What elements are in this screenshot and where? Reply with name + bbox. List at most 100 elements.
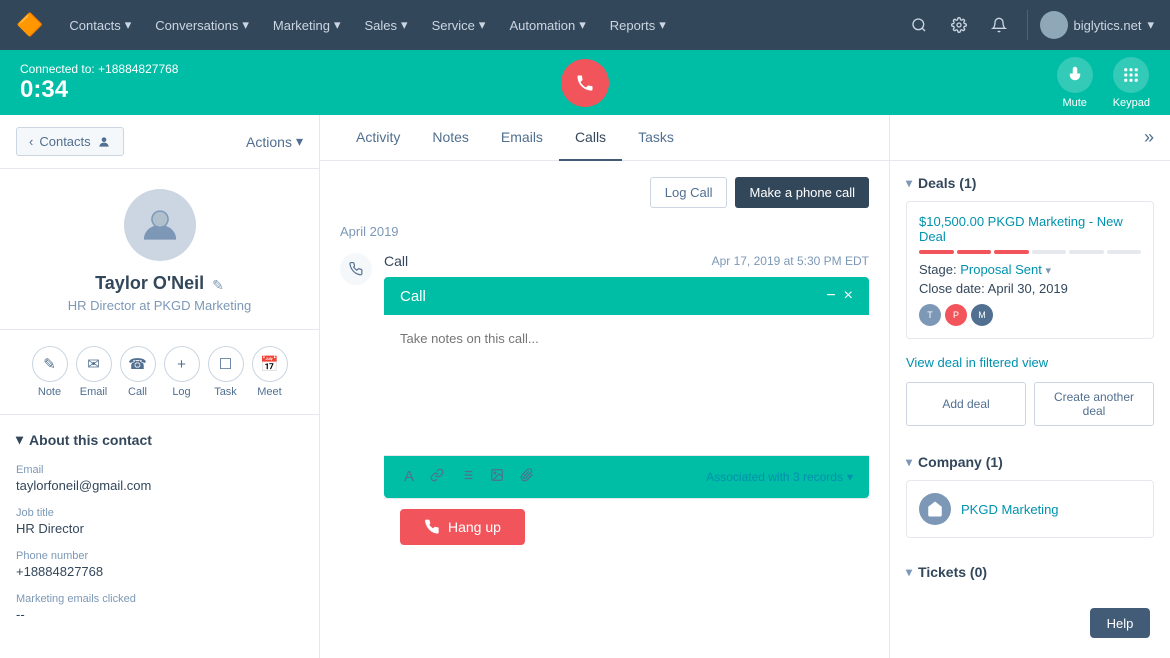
log-icon: + bbox=[164, 346, 200, 382]
log-call-button[interactable]: Log Call bbox=[650, 177, 728, 208]
notifications-button[interactable] bbox=[983, 9, 1015, 41]
call-notes-input[interactable] bbox=[400, 331, 853, 431]
deal-stage-value[interactable]: Proposal Sent bbox=[960, 262, 1042, 277]
add-deal-button[interactable]: Add deal bbox=[906, 382, 1026, 426]
note-action-button[interactable]: ✎ Note bbox=[32, 346, 68, 398]
deals-section-header[interactable]: ▾ Deals (1) bbox=[890, 161, 1170, 201]
call-timeline-title: Call bbox=[384, 253, 408, 269]
call-actions-bar: Log Call Make a phone call bbox=[340, 177, 869, 208]
user-menu[interactable]: biglytics.net bbox=[1040, 11, 1154, 39]
settings-button[interactable] bbox=[943, 9, 975, 41]
timeline-item: Call Apr 17, 2019 at 5:30 PM EDT Call − … bbox=[340, 253, 869, 555]
nav-reports[interactable]: Reports bbox=[600, 11, 676, 39]
chevron-down-icon bbox=[401, 17, 408, 33]
nav-automation[interactable]: Automation bbox=[499, 11, 595, 39]
company-section-header[interactable]: ▾ Company (1) bbox=[890, 440, 1170, 480]
link-tool[interactable] bbox=[426, 464, 448, 490]
actions-menu-button[interactable]: Actions bbox=[246, 133, 303, 150]
editor-tools: A bbox=[400, 464, 538, 490]
back-label: Contacts bbox=[39, 134, 90, 149]
hangup-center bbox=[561, 59, 609, 107]
nav-sales[interactable]: Sales bbox=[355, 11, 418, 39]
tab-content: Log Call Make a phone call April 2019 Ca… bbox=[320, 161, 889, 658]
edit-contact-button[interactable]: ✎ bbox=[212, 277, 224, 294]
search-button[interactable] bbox=[903, 9, 935, 41]
mute-label: Mute bbox=[1062, 97, 1086, 109]
logo: 🔶 bbox=[16, 12, 43, 38]
deal-name[interactable]: $10,500.00 PKGD Marketing - New Deal bbox=[919, 214, 1141, 244]
hang-up-label: Hang up bbox=[448, 519, 501, 535]
chevron-down-icon bbox=[479, 17, 486, 33]
call-editor-toolbar: A bbox=[384, 455, 869, 498]
tab-emails[interactable]: Emails bbox=[485, 115, 559, 161]
activity-tabs: Activity Notes Emails Calls Tasks bbox=[320, 115, 889, 161]
end-call-button[interactable] bbox=[561, 59, 609, 107]
call-info: Connected to: +18884827768 0:34 bbox=[20, 62, 178, 104]
attachment-tool[interactable] bbox=[516, 464, 538, 490]
call-actions: Mute Keypad bbox=[1057, 57, 1150, 109]
tab-calls[interactable]: Calls bbox=[559, 115, 622, 161]
call-timeline-header: Call Apr 17, 2019 at 5:30 PM EDT bbox=[384, 253, 869, 269]
deal-avatar-3: M bbox=[971, 304, 993, 326]
meet-label: Meet bbox=[257, 386, 281, 398]
associated-label: Associated with 3 records bbox=[706, 470, 843, 484]
associated-records-link[interactable]: Associated with 3 records bbox=[706, 470, 853, 484]
center-panel: Activity Notes Emails Calls Tasks Log Ca… bbox=[320, 115, 890, 658]
back-to-contacts-button[interactable]: Contacts bbox=[16, 127, 124, 156]
phone-label: Phone number bbox=[16, 550, 303, 562]
email-action-button[interactable]: ✉ Email bbox=[76, 346, 112, 398]
about-title: About this contact bbox=[29, 432, 152, 448]
nav-contacts[interactable]: Contacts bbox=[59, 11, 141, 39]
meet-action-button[interactable]: 📅 Meet bbox=[252, 346, 288, 398]
nav-marketing[interactable]: Marketing bbox=[263, 11, 351, 39]
tab-notes[interactable]: Notes bbox=[416, 115, 485, 161]
stage-bar-2 bbox=[957, 250, 992, 254]
help-button[interactable]: Help bbox=[1090, 608, 1150, 638]
call-action-button[interactable]: ☎ Call bbox=[120, 346, 156, 398]
about-section-toggle[interactable]: ▾ About this contact bbox=[16, 431, 303, 448]
keypad-icon bbox=[1113, 57, 1149, 93]
close-call-button[interactable]: × bbox=[844, 287, 853, 305]
company-logo-icon bbox=[919, 493, 951, 525]
chevron-down-icon bbox=[125, 17, 132, 33]
chevron-down-icon bbox=[579, 17, 586, 33]
email-field-label: Email bbox=[16, 464, 303, 476]
call-popup-controls: − × bbox=[826, 287, 853, 305]
tickets-section-header[interactable]: ▾ Tickets (0) bbox=[890, 550, 1170, 590]
keypad-button[interactable]: Keypad bbox=[1113, 57, 1150, 109]
tab-tasks[interactable]: Tasks bbox=[622, 115, 690, 161]
call-popup: Call − × A bbox=[384, 277, 869, 498]
deal-close-value: April 30, 2019 bbox=[988, 281, 1068, 296]
view-deal-link-container: View deal in filtered view bbox=[890, 351, 1170, 382]
make-phone-call-button[interactable]: Make a phone call bbox=[735, 177, 869, 208]
image-tool[interactable] bbox=[486, 464, 508, 490]
nav-conversations[interactable]: Conversations bbox=[145, 11, 259, 39]
tab-activity[interactable]: Activity bbox=[340, 115, 416, 161]
mute-button[interactable]: Mute bbox=[1057, 57, 1093, 109]
call-label: Call bbox=[128, 386, 147, 398]
minimize-call-button[interactable]: − bbox=[826, 287, 835, 305]
nav-service[interactable]: Service bbox=[422, 11, 496, 39]
task-icon: ☐ bbox=[208, 346, 244, 382]
company-name[interactable]: PKGD Marketing bbox=[961, 502, 1059, 517]
note-label: Note bbox=[38, 386, 61, 398]
user-chevron-icon bbox=[1147, 17, 1154, 33]
contact-quick-actions: ✎ Note ✉ Email ☎ Call + Log ☐ Task 📅 Mee… bbox=[0, 330, 319, 415]
view-deal-link[interactable]: View deal in filtered view bbox=[906, 355, 1048, 370]
call-popup-title: Call bbox=[400, 288, 426, 305]
chevron-down-icon bbox=[334, 17, 341, 33]
email-label: Email bbox=[80, 386, 108, 398]
list-tool[interactable] bbox=[456, 464, 478, 490]
phone-value: +18884827768 bbox=[16, 564, 303, 579]
text-format-tool[interactable]: A bbox=[400, 464, 418, 490]
back-icon bbox=[29, 134, 33, 149]
stage-dropdown-icon: ▾ bbox=[1046, 265, 1052, 277]
hang-up-button[interactable]: Hang up bbox=[400, 509, 525, 545]
call-popup-body bbox=[384, 315, 869, 455]
task-action-button[interactable]: ☐ Task bbox=[208, 346, 244, 398]
actions-label: Actions bbox=[246, 134, 292, 150]
log-action-button[interactable]: + Log bbox=[164, 346, 200, 398]
task-label: Task bbox=[214, 386, 237, 398]
expand-sidebar-button[interactable]: » bbox=[1144, 127, 1154, 148]
create-another-deal-button[interactable]: Create another deal bbox=[1034, 382, 1154, 426]
